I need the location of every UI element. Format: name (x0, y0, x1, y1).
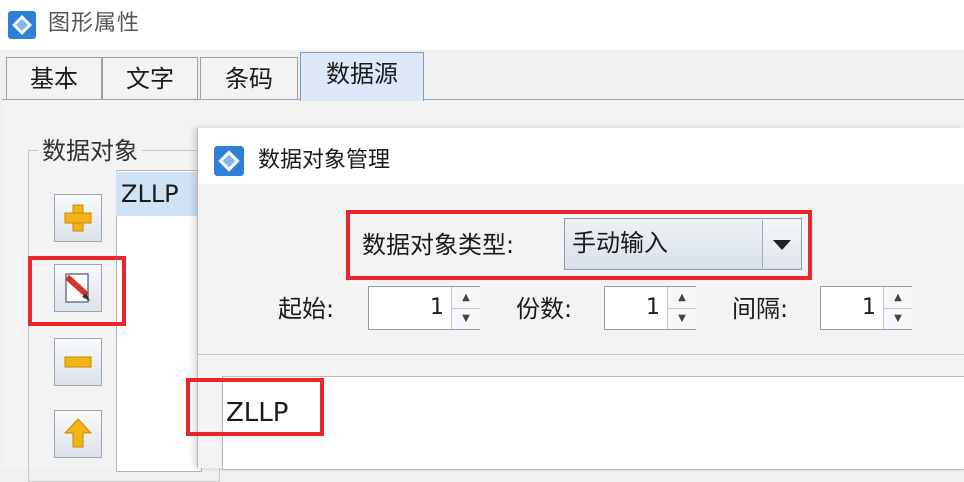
tab-text[interactable]: 文字 (102, 57, 198, 99)
start-label: 起始: (278, 295, 335, 323)
spin-up-icon[interactable]: ▲ (668, 287, 696, 309)
tab-basic[interactable]: 基本 (6, 57, 102, 99)
move-up-icon (63, 418, 93, 448)
spin-down-icon[interactable]: ▼ (668, 308, 696, 329)
spin-down-icon[interactable]: ▼ (884, 308, 912, 329)
spin-up-icon[interactable]: ▲ (884, 287, 912, 309)
remove-icon (64, 356, 92, 368)
window-title-bar (0, 0, 964, 50)
add-icon (64, 204, 92, 232)
copies-label: 份数: (516, 295, 573, 323)
edit-button-highlight (28, 256, 126, 326)
copies-value: 1 (646, 295, 660, 320)
app-icon (8, 11, 36, 39)
window-title: 图形属性 (48, 11, 141, 36)
start-spinner-buttons[interactable]: ▲ ▼ (451, 287, 480, 329)
spin-up-icon[interactable]: ▲ (452, 287, 480, 309)
add-button[interactable] (54, 194, 102, 242)
interval-spinner-buttons[interactable]: ▲ ▼ (883, 287, 912, 329)
dialog-title: 数据对象管理 (258, 148, 391, 173)
tab-data-source[interactable]: 数据源 (300, 52, 424, 101)
list-item-label: ZLLP (121, 180, 179, 208)
tab-barcode[interactable]: 条码 (200, 57, 298, 99)
divider (198, 354, 964, 355)
dialog-app-icon (214, 146, 244, 176)
move-up-button[interactable] (54, 410, 102, 458)
type-select-highlight (346, 210, 812, 280)
start-value: 1 (430, 295, 444, 320)
text-value-highlight (186, 378, 324, 436)
data-object-group-label: 数据对象 (38, 134, 142, 168)
spin-down-icon[interactable]: ▼ (452, 308, 480, 329)
interval-label: 间隔: (732, 295, 789, 323)
data-text-area[interactable] (222, 376, 964, 470)
copies-spinner-buttons[interactable]: ▲ ▼ (667, 287, 696, 329)
interval-value: 1 (862, 295, 876, 320)
remove-button[interactable] (54, 338, 102, 386)
